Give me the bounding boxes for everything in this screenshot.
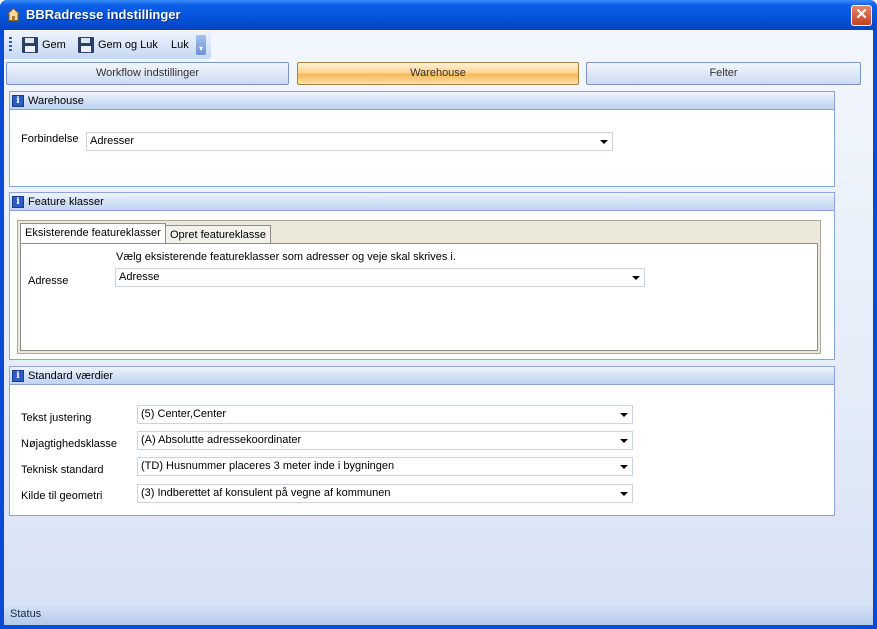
warehouse-group-title: Warehouse <box>28 95 84 107</box>
address-label: Adresse <box>28 275 69 287</box>
featureclass-description: Vælg eksisterende featureklasser som adr… <box>116 251 456 263</box>
address-featureclass-select[interactable]: Adresse <box>115 268 645 287</box>
technical-standard-label: Teknisk standard <box>21 464 104 476</box>
feature-classes-tabs: Eksisterende featureklasser Opret featur… <box>17 220 821 354</box>
geometry-source-value: (3) Indberettet af konsulent på vegne af… <box>141 487 391 499</box>
info-icon: i <box>12 95 24 107</box>
status-text: Status <box>10 608 42 620</box>
toolbar: Gem Gem og Luk Luk ▾ <box>4 31 211 59</box>
dropdown-arrow-icon <box>620 439 628 443</box>
feature-classes-group: i Feature klasser Eksisterende featurekl… <box>9 192 835 360</box>
text-alignment-select[interactable]: (5) Center,Center <box>137 405 633 424</box>
floppy-disk-icon <box>22 37 38 53</box>
standard-values-group: i Standard værdier Tekst justering (5) C… <box>9 366 835 516</box>
accuracy-class-value: (A) Absolutte adressekoordinater <box>141 434 302 446</box>
info-icon: i <box>12 196 24 208</box>
dropdown-arrow-icon <box>620 465 628 469</box>
connection-select[interactable]: Adresser <box>86 132 613 151</box>
save-and-close-button-label: Gem og Luk <box>98 39 158 51</box>
accuracy-class-label: Nøjagtighedsklasse <box>21 438 117 450</box>
close-button-label: Luk <box>171 39 189 51</box>
geometry-source-select[interactable]: (3) Indberettet af konsulent på vegne af… <box>137 484 633 503</box>
tab-create-featureclass[interactable]: Opret featureklasse <box>165 225 271 243</box>
close-button[interactable]: Luk <box>171 35 189 55</box>
save-and-close-button[interactable]: Gem og Luk <box>78 35 158 55</box>
client-area: Gem Gem og Luk Luk ▾ Workflow indstillin… <box>4 30 873 625</box>
geometry-source-label: Kilde til geometri <box>21 490 103 502</box>
home-icon <box>7 8 20 21</box>
close-window-button[interactable]: ✕ <box>851 5 872 26</box>
feature-classes-group-header: i Feature klasser <box>10 193 834 211</box>
tab-existing-featureclasses[interactable]: Eksisterende featureklasser <box>20 223 166 243</box>
existing-featureclasses-panel: Vælg eksisterende featureklasser som adr… <box>20 243 818 351</box>
standard-values-group-title: Standard værdier <box>28 370 113 382</box>
dropdown-arrow-icon <box>620 492 628 496</box>
feature-classes-group-title: Feature klasser <box>28 196 104 208</box>
technical-standard-select[interactable]: (TD) Husnummer placeres 3 meter inde i b… <box>137 457 633 476</box>
window: BBRadresse indstillinger ✕ Gem Gem og Lu… <box>0 0 877 629</box>
window-title: BBRadresse indstillinger <box>26 7 181 22</box>
text-alignment-value: (5) Center,Center <box>141 408 226 420</box>
warehouse-group-header: i Warehouse <box>10 92 834 110</box>
save-button-label: Gem <box>42 39 66 51</box>
connection-select-value: Adresser <box>90 135 135 147</box>
connection-label: Forbindelse <box>21 133 79 145</box>
dropdown-arrow-icon <box>632 276 640 280</box>
chevron-down-icon: ▾ <box>198 44 203 53</box>
technical-standard-value: (TD) Husnummer placeres 3 meter inde i b… <box>141 460 395 472</box>
text-alignment-label: Tekst justering <box>21 412 92 424</box>
accuracy-class-select[interactable]: (A) Absolutte adressekoordinater <box>137 431 633 450</box>
status-bar: Status <box>4 603 873 625</box>
info-icon: i <box>12 370 24 382</box>
toolbar-grip[interactable] <box>9 37 12 53</box>
tab-warehouse[interactable]: Warehouse <box>297 62 579 85</box>
tab-fields[interactable]: Felter <box>586 62 861 85</box>
warehouse-group: i Warehouse Forbindelse Adresser <box>9 91 835 187</box>
floppy-disk-icon <box>78 37 94 53</box>
dropdown-arrow-icon <box>600 140 608 144</box>
save-button[interactable]: Gem <box>22 35 66 55</box>
dropdown-arrow-icon <box>620 413 628 417</box>
title-bar: BBRadresse indstillinger ✕ <box>0 0 877 30</box>
tab-workflow-settings[interactable]: Workflow indstillinger <box>6 62 289 85</box>
standard-values-group-header: i Standard værdier <box>10 367 834 385</box>
address-featureclass-value: Adresse <box>119 271 160 283</box>
toolbar-overflow-button[interactable]: ▾ <box>196 35 206 55</box>
